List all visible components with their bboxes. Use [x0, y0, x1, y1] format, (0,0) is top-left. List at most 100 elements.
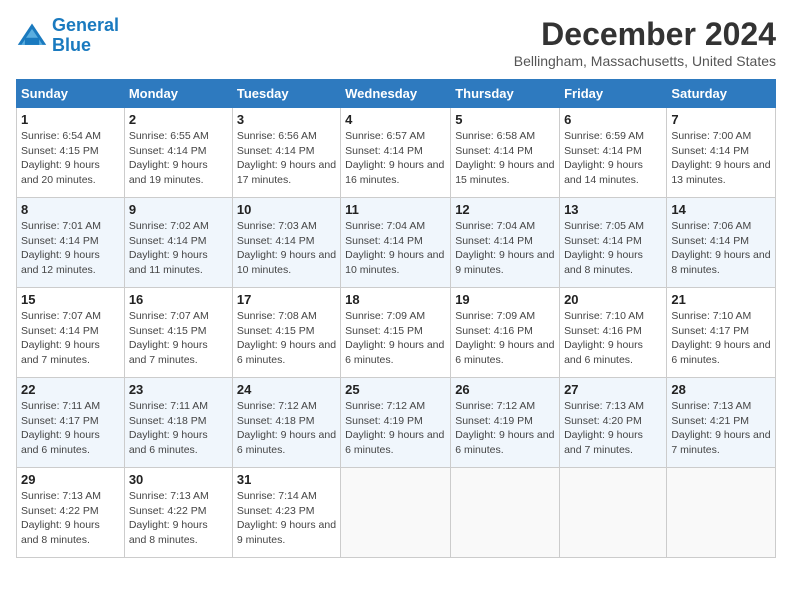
- day-detail: Sunrise: 7:07 AMSunset: 4:14 PMDaylight:…: [21, 309, 120, 368]
- calendar-cell: 7Sunrise: 7:00 AMSunset: 4:14 PMDaylight…: [667, 108, 776, 198]
- calendar-cell: 31Sunrise: 7:14 AMSunset: 4:23 PMDayligh…: [232, 468, 340, 558]
- day-detail: Sunrise: 7:13 AMSunset: 4:20 PMDaylight:…: [564, 399, 662, 458]
- calendar-cell: 24 Sunrise: 7:12 AMSunset: 4:18 PMDayligh…: [232, 378, 340, 468]
- calendar-cell: [451, 468, 560, 558]
- day-number: 27: [564, 382, 662, 397]
- calendar-week-1: 1 Sunrise: 6:54 AMSunset: 4:15 PMDaylight…: [17, 108, 776, 198]
- day-detail: Sunrise: 7:12 AMSunset: 4:18 PMDaylight:…: [237, 399, 336, 458]
- day-number: 6: [564, 112, 662, 127]
- calendar-cell: 30Sunrise: 7:13 AMSunset: 4:22 PMDayligh…: [124, 468, 232, 558]
- day-number: 25: [345, 382, 446, 397]
- header-thursday: Thursday: [451, 80, 560, 108]
- logo: General Blue: [16, 16, 119, 56]
- day-number: 17: [237, 292, 336, 307]
- calendar-cell: 22 Sunrise: 7:11 AMSunset: 4:17 PMDayligh…: [17, 378, 125, 468]
- calendar-header-row: SundayMondayTuesdayWednesdayThursdayFrid…: [17, 80, 776, 108]
- day-detail: Sunrise: 7:12 AMSunset: 4:19 PMDaylight:…: [345, 399, 446, 458]
- calendar-cell: 29Sunrise: 7:13 AMSunset: 4:22 PMDayligh…: [17, 468, 125, 558]
- day-detail: Sunrise: 6:58 AMSunset: 4:14 PMDaylight:…: [455, 129, 555, 188]
- day-detail: Sunrise: 7:12 AMSunset: 4:19 PMDaylight:…: [455, 399, 555, 458]
- day-detail: Sunrise: 7:04 AMSunset: 4:14 PMDaylight:…: [455, 219, 555, 278]
- day-number: 4: [345, 112, 446, 127]
- location-title: Bellingham, Massachusetts, United States: [514, 53, 776, 69]
- calendar-cell: 15 Sunrise: 7:07 AMSunset: 4:14 PMDayligh…: [17, 288, 125, 378]
- calendar-cell: 21 Sunrise: 7:10 AMSunset: 4:17 PMDayligh…: [667, 288, 776, 378]
- day-detail: Sunrise: 7:13 AMSunset: 4:22 PMDaylight:…: [129, 489, 228, 548]
- calendar-cell: 5 Sunrise: 6:58 AMSunset: 4:14 PMDaylight…: [451, 108, 560, 198]
- calendar-cell: 17 Sunrise: 7:08 AMSunset: 4:15 PMDayligh…: [232, 288, 340, 378]
- calendar-cell: 1 Sunrise: 6:54 AMSunset: 4:15 PMDaylight…: [17, 108, 125, 198]
- day-number: 21: [671, 292, 771, 307]
- day-detail: Sunrise: 6:56 AMSunset: 4:14 PMDaylight:…: [237, 129, 336, 188]
- calendar-week-5: 29Sunrise: 7:13 AMSunset: 4:22 PMDayligh…: [17, 468, 776, 558]
- calendar-cell: 20Sunrise: 7:10 AMSunset: 4:16 PMDayligh…: [560, 288, 667, 378]
- day-number: 1: [21, 112, 120, 127]
- calendar-cell: [341, 468, 451, 558]
- day-number: 7: [671, 112, 771, 127]
- day-detail: Sunrise: 7:03 AMSunset: 4:14 PMDaylight:…: [237, 219, 336, 278]
- calendar-cell: [667, 468, 776, 558]
- day-detail: Sunrise: 7:11 AMSunset: 4:18 PMDaylight:…: [129, 399, 228, 458]
- calendar-cell: 16 Sunrise: 7:07 AMSunset: 4:15 PMDayligh…: [124, 288, 232, 378]
- day-number: 5: [455, 112, 555, 127]
- title-area: December 2024 Bellingham, Massachusetts,…: [514, 16, 776, 69]
- day-detail: Sunrise: 7:04 AMSunset: 4:14 PMDaylight:…: [345, 219, 446, 278]
- day-detail: Sunrise: 7:14 AMSunset: 4:23 PMDaylight:…: [237, 489, 336, 548]
- day-detail: Sunrise: 7:05 AMSunset: 4:14 PMDaylight:…: [564, 219, 662, 278]
- day-number: 12: [455, 202, 555, 217]
- day-number: 14: [671, 202, 771, 217]
- calendar-cell: 13 Sunrise: 7:05 AMSunset: 4:14 PMDayligh…: [560, 198, 667, 288]
- calendar-cell: 23 Sunrise: 7:11 AMSunset: 4:18 PMDayligh…: [124, 378, 232, 468]
- calendar-cell: 3 Sunrise: 6:56 AMSunset: 4:14 PMDaylight…: [232, 108, 340, 198]
- day-number: 23: [129, 382, 228, 397]
- calendar-week-2: 8 Sunrise: 7:01 AMSunset: 4:14 PMDaylight…: [17, 198, 776, 288]
- day-detail: Sunrise: 7:08 AMSunset: 4:15 PMDaylight:…: [237, 309, 336, 368]
- calendar-cell: 11 Sunrise: 7:04 AMSunset: 4:14 PMDayligh…: [341, 198, 451, 288]
- calendar-cell: 18Sunrise: 7:09 AMSunset: 4:15 PMDayligh…: [341, 288, 451, 378]
- day-number: 10: [237, 202, 336, 217]
- day-detail: Sunrise: 6:57 AMSunset: 4:14 PMDaylight:…: [345, 129, 446, 188]
- day-number: 9: [129, 202, 228, 217]
- day-detail: Sunrise: 7:01 AMSunset: 4:14 PMDaylight:…: [21, 219, 120, 278]
- calendar-cell: 10 Sunrise: 7:03 AMSunset: 4:14 PMDayligh…: [232, 198, 340, 288]
- calendar-cell: 19 Sunrise: 7:09 AMSunset: 4:16 PMDayligh…: [451, 288, 560, 378]
- calendar-table: SundayMondayTuesdayWednesdayThursdayFrid…: [16, 79, 776, 558]
- logo-icon: [16, 20, 48, 52]
- day-number: 19: [455, 292, 555, 307]
- calendar-cell: 12 Sunrise: 7:04 AMSunset: 4:14 PMDayligh…: [451, 198, 560, 288]
- calendar-cell: 8 Sunrise: 7:01 AMSunset: 4:14 PMDaylight…: [17, 198, 125, 288]
- month-title: December 2024: [514, 16, 776, 53]
- header-wednesday: Wednesday: [341, 80, 451, 108]
- calendar-week-4: 22 Sunrise: 7:11 AMSunset: 4:17 PMDayligh…: [17, 378, 776, 468]
- day-number: 8: [21, 202, 120, 217]
- day-detail: Sunrise: 7:06 AMSunset: 4:14 PMDaylight:…: [671, 219, 771, 278]
- day-detail: Sunrise: 7:11 AMSunset: 4:17 PMDaylight:…: [21, 399, 120, 458]
- calendar-cell: 6Sunrise: 6:59 AMSunset: 4:14 PMDaylight…: [560, 108, 667, 198]
- day-number: 20: [564, 292, 662, 307]
- day-number: 24: [237, 382, 336, 397]
- day-number: 22: [21, 382, 120, 397]
- day-number: 16: [129, 292, 228, 307]
- header-friday: Friday: [560, 80, 667, 108]
- day-detail: Sunrise: 7:10 AMSunset: 4:17 PMDaylight:…: [671, 309, 771, 368]
- calendar-cell: 14 Sunrise: 7:06 AMSunset: 4:14 PMDayligh…: [667, 198, 776, 288]
- calendar-cell: 28Sunrise: 7:13 AMSunset: 4:21 PMDayligh…: [667, 378, 776, 468]
- day-number: 13: [564, 202, 662, 217]
- logo-text: General Blue: [52, 16, 119, 56]
- calendar-cell: 4 Sunrise: 6:57 AMSunset: 4:14 PMDaylight…: [341, 108, 451, 198]
- day-number: 26: [455, 382, 555, 397]
- day-number: 3: [237, 112, 336, 127]
- calendar-cell: 26 Sunrise: 7:12 AMSunset: 4:19 PMDayligh…: [451, 378, 560, 468]
- calendar-cell: 2Sunrise: 6:55 AMSunset: 4:14 PMDaylight…: [124, 108, 232, 198]
- calendar-cell: [560, 468, 667, 558]
- day-number: 11: [345, 202, 446, 217]
- day-detail: Sunrise: 7:02 AMSunset: 4:14 PMDaylight:…: [129, 219, 228, 278]
- day-number: 18: [345, 292, 446, 307]
- day-number: 15: [21, 292, 120, 307]
- day-detail: Sunrise: 6:54 AMSunset: 4:15 PMDaylight:…: [21, 129, 120, 188]
- day-detail: Sunrise: 7:13 AMSunset: 4:21 PMDaylight:…: [671, 399, 771, 458]
- header-saturday: Saturday: [667, 80, 776, 108]
- day-detail: Sunrise: 7:09 AMSunset: 4:16 PMDaylight:…: [455, 309, 555, 368]
- day-detail: Sunrise: 7:07 AMSunset: 4:15 PMDaylight:…: [129, 309, 228, 368]
- header-sunday: Sunday: [17, 80, 125, 108]
